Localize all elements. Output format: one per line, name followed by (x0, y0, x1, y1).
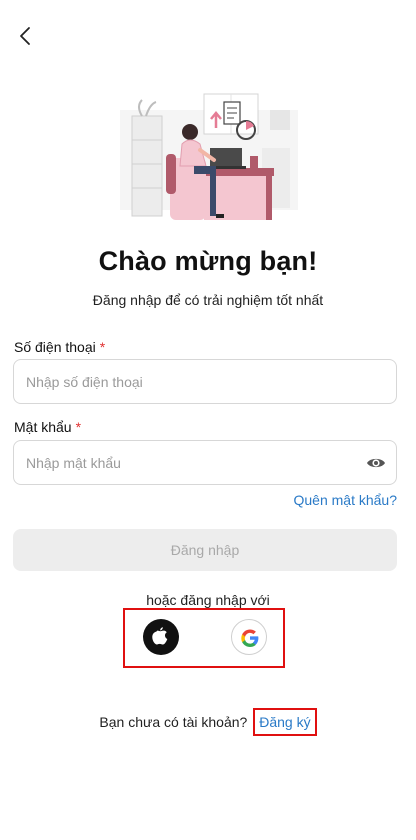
forgot-password-link[interactable]: Quên mật khẩu? (293, 492, 397, 508)
eye-icon (367, 458, 385, 468)
login-button[interactable]: Đăng nhập (13, 529, 397, 571)
google-icon (241, 629, 259, 647)
password-input[interactable] (14, 441, 396, 484)
apple-login-button[interactable] (143, 619, 179, 655)
phone-label-text: Số điện thoại (14, 339, 96, 355)
password-field[interactable] (13, 440, 397, 485)
signup-row: Bạn chưa có tài khoản? Đăng ký (0, 708, 416, 736)
back-button[interactable] (12, 22, 40, 50)
password-label: Mật khẩu * (14, 419, 81, 435)
signup-prompt: Bạn chưa có tài khoản? (99, 714, 248, 730)
person-working-at-desk-illustration (120, 88, 298, 224)
toggle-password-visibility-button[interactable] (366, 453, 386, 473)
required-mark: * (99, 339, 106, 355)
phone-input[interactable] (14, 360, 396, 403)
signup-link[interactable]: Đăng ký (253, 708, 317, 736)
phone-field[interactable] (13, 359, 397, 404)
phone-label: Số điện thoại * (14, 339, 105, 355)
social-login-divider-text: hoặc đăng nhập với (146, 592, 270, 608)
page-subtitle: Đăng nhập để có trải nghiệm tốt nhất (92, 292, 324, 308)
required-mark: * (75, 419, 82, 435)
page-title: Chào mừng bạn! (98, 246, 318, 276)
chevron-left-icon (20, 27, 30, 45)
google-login-button[interactable] (231, 619, 267, 655)
apple-icon (152, 627, 168, 645)
password-label-text: Mật khẩu (14, 419, 72, 435)
